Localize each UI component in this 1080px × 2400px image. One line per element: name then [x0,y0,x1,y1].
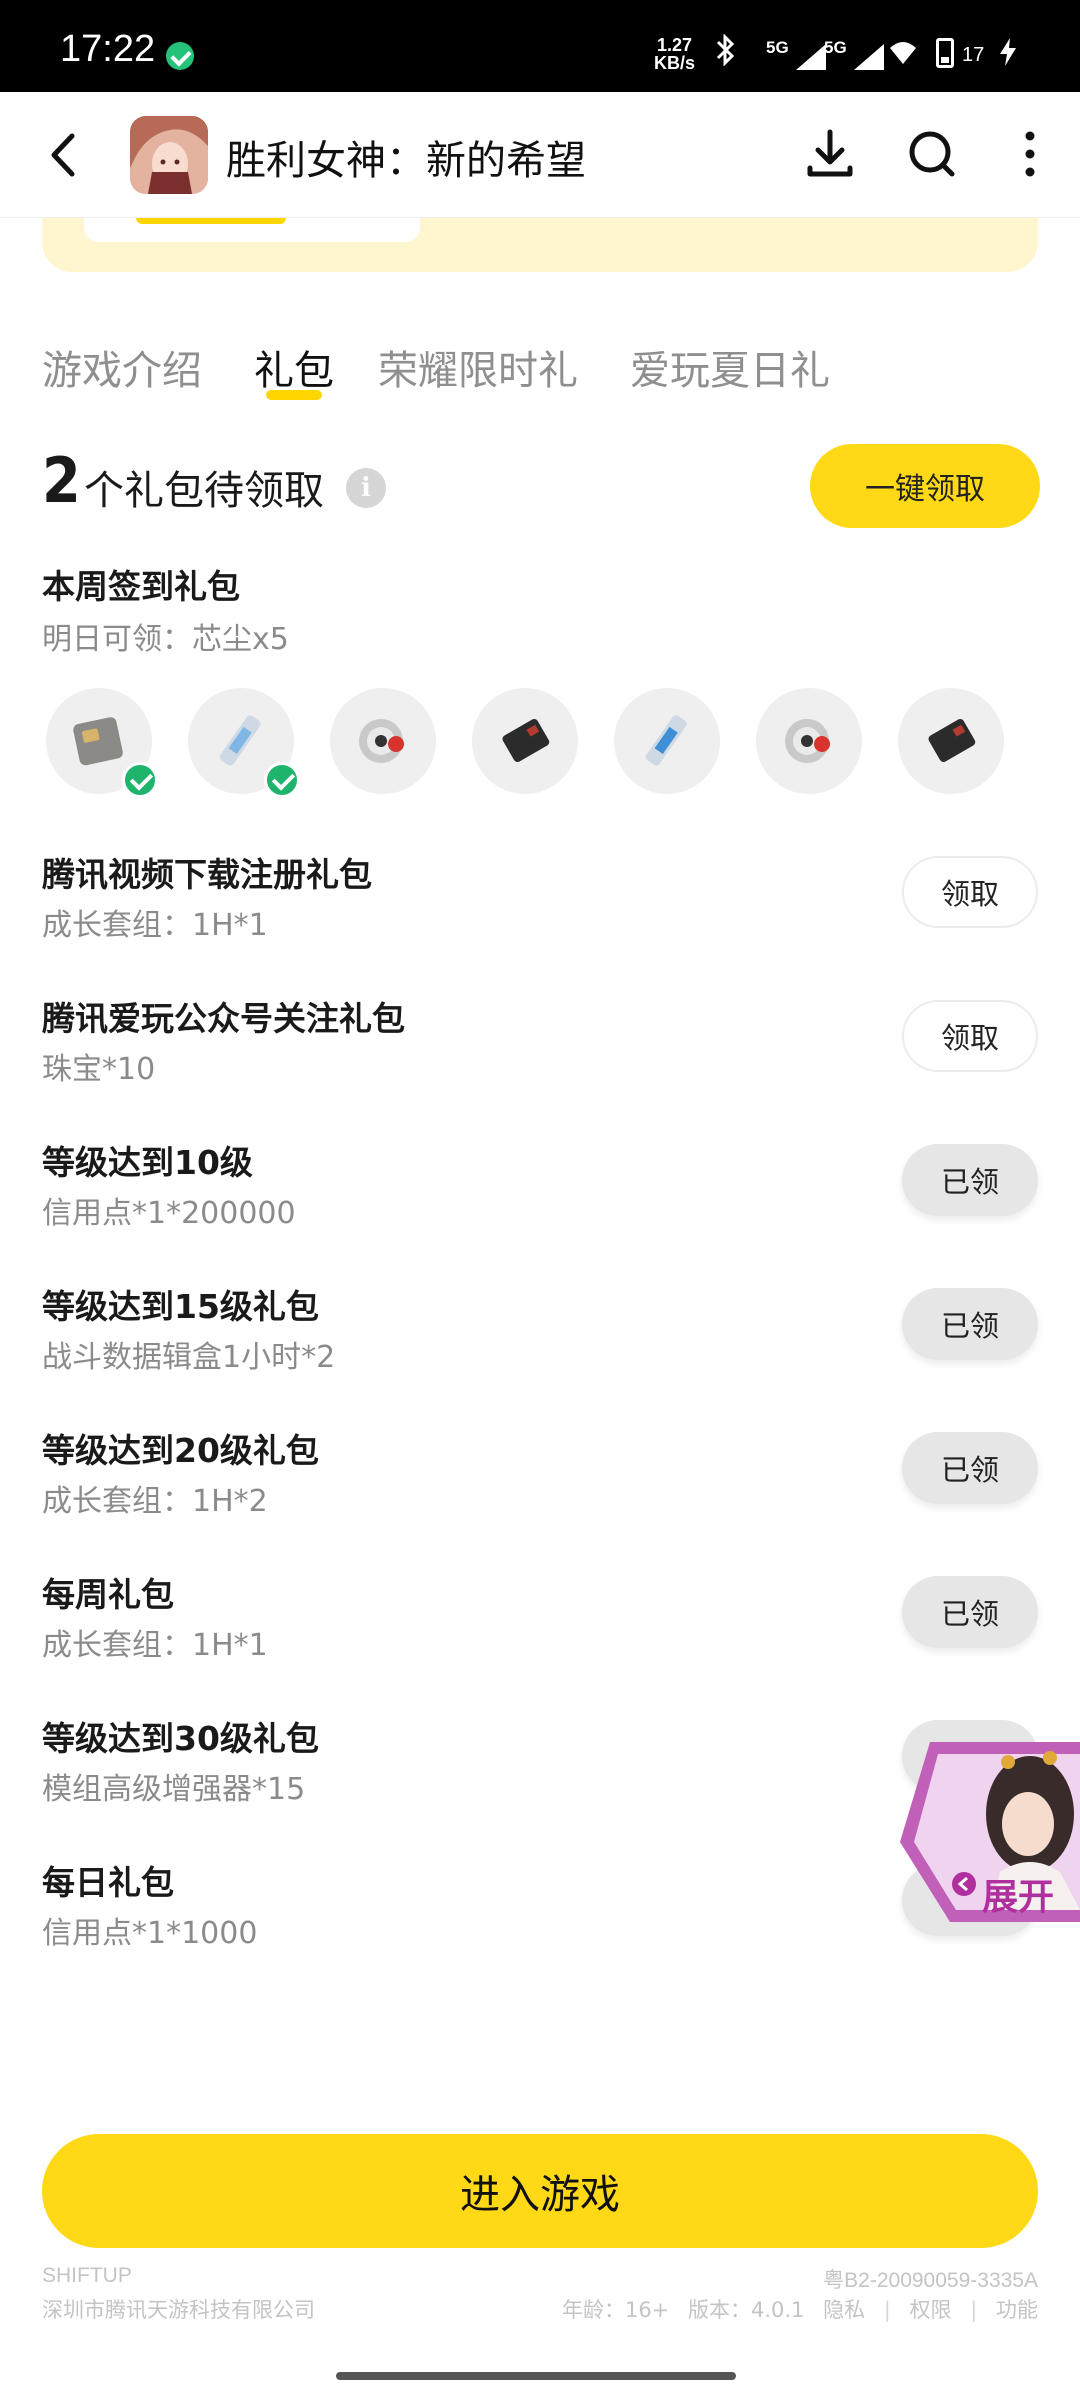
game-avatar-icon [130,116,208,194]
weekly-signin-title: 本周签到礼包 [42,567,240,606]
divider: | [883,2298,891,2322]
gift-row: 等级达到30级礼包 模组高级增强器*15 [42,1712,1038,1832]
expand-label: 展开 [982,1877,1055,1918]
gift-name: 每日礼包 [42,1863,174,1902]
gift-desc: 成长套组：1H*2 [42,1484,268,1519]
charging-bolt-icon [998,36,1018,76]
signin-day-4[interactable] [472,688,578,794]
top-app-bar: 胜利女神：新的希望 [0,92,1080,218]
claim-all-button[interactable]: 一键领取 [810,444,1040,528]
claim-button[interactable]: 领取 [902,1000,1038,1072]
claimed-button[interactable]: 已领 [902,1288,1038,1360]
claimed-check-icon [264,762,300,798]
floating-expand-widget[interactable]: 展开 [890,1722,1080,1922]
footer-privacy-link[interactable]: 隐私 [823,2298,865,2322]
black-chip-icon [920,710,982,772]
card-chip-icon [68,710,130,772]
claimed-button[interactable]: 已领 [902,1432,1038,1504]
pending-label: 个礼包待领取 [84,468,324,514]
bluetooth-icon [714,33,738,74]
gift-name: 等级达到30级礼包 [42,1719,319,1758]
signin-day-5[interactable] [614,688,720,794]
signal-icon-2: 5G [824,38,884,70]
signin-day-2[interactable] [188,688,300,798]
signal-1-label: 5G [766,38,789,57]
pending-count: 2 [42,444,81,517]
tab-summer[interactable]: 爱玩夏日礼 [630,338,830,396]
gift-desc: 模组高级增强器*15 [42,1772,306,1807]
claim-button[interactable]: 领取 [902,856,1038,928]
info-icon[interactable]: i [346,468,386,508]
battery-icon [936,38,954,68]
usb-drive-icon [636,710,698,772]
gift-desc: 成长套组：1H*1 [42,908,268,943]
gift-row: 腾讯爱玩公众号关注礼包 珠宝*10 领取 [42,992,1038,1112]
status-time: 17:22 [60,28,156,70]
gift-row: 腾讯视频下载注册礼包 成长套组：1H*1 领取 [42,848,1038,968]
gift-desc: 战斗数据辑盒1小时*2 [42,1340,336,1375]
gift-row: 等级达到10级 信用点*1*200000 已领 [42,1136,1038,1256]
battery-percent: 17 [962,44,985,66]
black-chip-icon [494,710,556,772]
network-speed-value: 1.27 [656,35,693,55]
signal-2-label: 5G [824,38,847,57]
tab-game-intro[interactable]: 游戏介绍 [42,338,202,396]
footer-age: 年龄：16+ [561,2298,670,2322]
shield-check-icon [166,42,194,70]
banner-accent [136,218,286,224]
footer-license: 粤B2-20090059-3335A [823,2269,1038,2292]
gift-name: 每周礼包 [42,1575,174,1614]
page-title: 胜利女神：新的希望 [226,138,586,184]
claimed-button[interactable]: 已领 [902,1144,1038,1216]
network-speed-unit: KB/s [654,53,696,73]
network-speed: 1.27 KB/s [654,36,695,72]
footer-meta: 年龄：16+ 版本：4.0.1 隐私 | 权限 | 功能 [550,2294,1038,2324]
footer-permissions-link[interactable]: 权限 [910,2298,952,2322]
search-icon[interactable] [904,126,960,182]
signal-icon-1: 5G [766,38,826,70]
gift-name: 等级达到15级礼包 [42,1287,319,1326]
gift-row: 等级达到20级礼包 成长套组：1H*2 已领 [42,1424,1038,1544]
gift-desc: 成长套组：1H*1 [42,1628,268,1663]
divider: | [970,2298,978,2322]
status-bar: 17:22 1.27 KB/s 5G 5G 17 [0,0,1080,92]
signin-day-3[interactable] [330,688,436,794]
tab-gifts[interactable]: 礼包 [254,338,334,396]
gift-name: 腾讯视频下载注册礼包 [42,855,372,894]
footer-version: 版本：4.0.1 [687,2298,805,2322]
footer-features-link[interactable]: 功能 [996,2298,1038,2322]
back-arrow-icon[interactable] [40,128,90,182]
signin-day-6[interactable] [756,688,862,794]
signin-day-7[interactable] [898,688,1004,794]
gift-name: 腾讯爱玩公众号关注礼包 [42,999,405,1038]
signin-day-1[interactable] [46,688,158,798]
gift-name: 等级达到10级 [42,1143,253,1182]
gift-desc: 信用点*1*1000 [42,1916,258,1951]
tab-honor-limited[interactable]: 荣耀限时礼 [378,338,578,396]
claimed-button[interactable]: 已领 [902,1576,1038,1648]
gift-row: 每日礼包 信用点*1*1000 [42,1856,1038,1976]
footer-company: 深圳市腾讯天游科技有限公司 [42,2298,315,2322]
robot-eye-icon [352,710,414,772]
gift-desc: 珠宝*10 [42,1052,156,1087]
more-vertical-icon[interactable] [1010,126,1050,182]
claimed-check-icon [122,762,158,798]
robot-eye-icon [778,710,840,772]
gift-row: 每周礼包 成长套组：1H*1 已领 [42,1568,1038,1688]
wifi-icon [888,38,918,66]
gift-row: 等级达到15级礼包 战斗数据辑盒1小时*2 已领 [42,1280,1038,1400]
home-indicator[interactable] [336,2372,736,2380]
gift-desc: 信用点*1*200000 [42,1196,296,1231]
usb-drive-icon [210,710,272,772]
download-icon[interactable] [802,126,858,182]
weekly-signin-subtitle: 明日可领：芯尘x5 [42,622,289,657]
enter-game-button[interactable]: 进入游戏 [42,2134,1038,2248]
footer-brand: SHIFTUP [42,2264,132,2287]
gift-name: 等级达到20级礼包 [42,1431,319,1470]
